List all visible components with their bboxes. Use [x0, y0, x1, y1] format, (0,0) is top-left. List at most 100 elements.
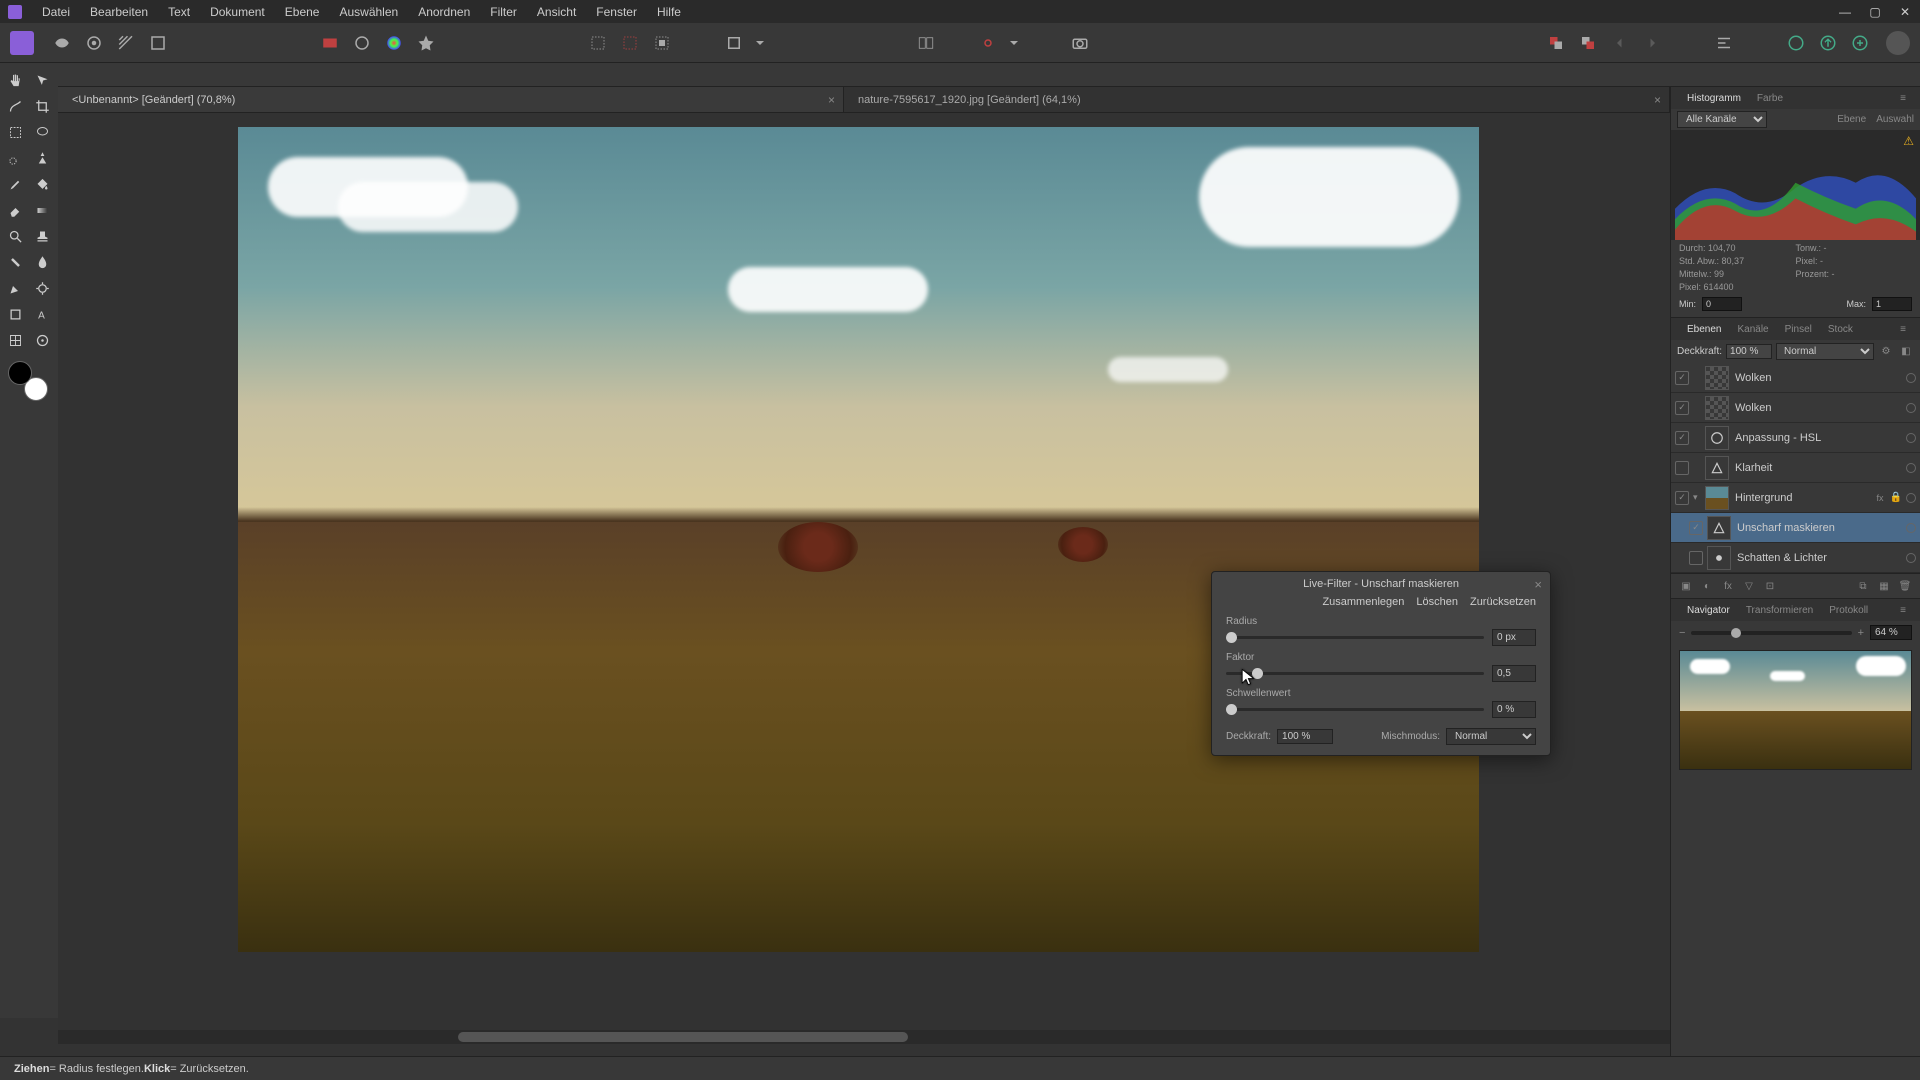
lasso-tool-icon[interactable] [30, 120, 55, 144]
navigator-preview[interactable] [1679, 650, 1912, 770]
selection-toggle[interactable]: Auswahl [1876, 114, 1914, 125]
zoom-in-icon[interactable]: + [1858, 627, 1864, 639]
opacity-value[interactable]: 100 % [1277, 729, 1333, 744]
visibility-toggle[interactable]: ✓ [1675, 491, 1689, 505]
slider-track[interactable] [1226, 636, 1484, 639]
selection-invert-icon[interactable] [648, 29, 676, 57]
maximize-button[interactable]: ▢ [1860, 0, 1890, 23]
liquify-icon[interactable] [48, 29, 76, 57]
add-layer-icon[interactable]: ▦ [1875, 578, 1893, 594]
menu-ansicht[interactable]: Ansicht [527, 5, 586, 19]
blur-tool-icon[interactable] [30, 250, 55, 274]
selection-all-icon[interactable] [584, 29, 612, 57]
layer-color-tag[interactable] [1906, 523, 1916, 533]
max-input[interactable] [1872, 297, 1912, 311]
layer-row[interactable]: ✓Unscharf maskieren [1671, 513, 1920, 543]
panel-menu-icon[interactable]: ≡ [1892, 605, 1914, 616]
dodge-tool-icon[interactable] [30, 276, 55, 300]
tab-color[interactable]: Farbe [1749, 93, 1791, 104]
panel-menu-icon[interactable]: ≡ [1892, 93, 1914, 104]
marquee-tool-icon[interactable] [3, 120, 28, 144]
mesh-tool-icon[interactable] [3, 328, 28, 352]
tab-brushes[interactable]: Pinsel [1777, 324, 1820, 335]
node-tool-icon[interactable] [3, 94, 28, 118]
slider-track[interactable] [1226, 672, 1484, 675]
close-button[interactable]: ✕ [1890, 0, 1920, 23]
tab-navigator[interactable]: Navigator [1679, 605, 1738, 616]
layer-row[interactable]: ✓▾Hintergrundfx🔒 [1671, 483, 1920, 513]
eraser-tool-icon[interactable] [3, 198, 28, 222]
tab-channels[interactable]: Kanäle [1729, 324, 1776, 335]
fill-tool-icon[interactable] [30, 172, 55, 196]
camera-icon[interactable] [1066, 29, 1094, 57]
merge-up-icon[interactable] [1574, 29, 1602, 57]
menu-dokument[interactable]: Dokument [200, 5, 275, 19]
zoom-slider[interactable] [1691, 631, 1851, 635]
panel-menu-icon[interactable]: ≡ [1892, 324, 1914, 335]
merge-button[interactable]: Zusammenlegen [1322, 596, 1404, 608]
fx-icon[interactable]: fx [1719, 578, 1737, 594]
color-swatch[interactable] [8, 361, 48, 401]
align-icon[interactable] [1710, 29, 1738, 57]
close-icon[interactable]: × [828, 93, 835, 107]
move-tool-icon[interactable] [30, 68, 55, 92]
slider-value[interactable]: 0 % [1492, 701, 1536, 718]
layer-toggle[interactable]: Ebene [1837, 114, 1866, 125]
channel-select[interactable]: Alle Kanäle [1677, 111, 1767, 128]
visibility-toggle[interactable]: ✓ [1675, 431, 1689, 445]
menu-text[interactable]: Text [158, 5, 200, 19]
merge-down-icon[interactable] [1542, 29, 1570, 57]
stamp-tool-icon[interactable] [30, 224, 55, 248]
persona-icon[interactable] [10, 31, 34, 55]
menu-hilfe[interactable]: Hilfe [647, 5, 691, 19]
delete-button[interactable]: Löschen [1416, 596, 1458, 608]
menu-datei[interactable]: Datei [32, 5, 80, 19]
layer-row[interactable]: ✓Anpassung - HSL [1671, 423, 1920, 453]
user-avatar[interactable] [1886, 31, 1910, 55]
layer-row[interactable]: ✓Wolken [1671, 363, 1920, 393]
menu-fenster[interactable]: Fenster [586, 5, 647, 19]
expand-icon[interactable]: ▾ [1693, 492, 1703, 503]
brush-tool-icon[interactable] [3, 172, 28, 196]
blend-select[interactable]: Normal [1446, 728, 1536, 745]
selection-none-icon[interactable] [616, 29, 644, 57]
picker-icon[interactable] [348, 29, 376, 57]
cloud-sync-icon[interactable] [1782, 29, 1810, 57]
tab-stock[interactable]: Stock [1820, 324, 1861, 335]
hand-tool-icon[interactable] [3, 68, 28, 92]
color-wheel-icon[interactable] [380, 29, 408, 57]
opacity-value[interactable]: 100 % [1726, 344, 1772, 359]
develop-icon[interactable] [80, 29, 108, 57]
crop-tool-icon[interactable] [30, 94, 55, 118]
adjustment-icon[interactable]: ◐ [1698, 578, 1716, 594]
group-icon[interactable]: ⧉ [1854, 578, 1872, 594]
gradient-tool-icon[interactable] [30, 198, 55, 222]
link-icon[interactable] [974, 29, 1002, 57]
menu-auswählen[interactable]: Auswählen [329, 5, 408, 19]
heal-tool-icon[interactable] [3, 250, 28, 274]
visibility-toggle[interactable]: ✓ [1675, 401, 1689, 415]
zoom-input[interactable] [1870, 625, 1912, 640]
crop-icon[interactable] [720, 29, 748, 57]
zoom-out-icon[interactable]: − [1679, 627, 1685, 639]
document-view[interactable] [238, 127, 1479, 952]
layer-color-tag[interactable] [1906, 373, 1916, 383]
flood-select-icon[interactable] [30, 146, 55, 170]
slider-value[interactable]: 0 px [1492, 629, 1536, 646]
next-icon[interactable] [1638, 29, 1666, 57]
minimize-button[interactable]: — [1830, 0, 1860, 23]
layer-color-tag[interactable] [1906, 463, 1916, 473]
horizontal-scrollbar[interactable] [58, 1030, 1670, 1044]
fx-badge[interactable]: fx [1875, 493, 1886, 503]
menu-ebene[interactable]: Ebene [275, 5, 330, 19]
menu-filter[interactable]: Filter [480, 5, 527, 19]
crop-icon[interactable]: ⊡ [1761, 578, 1779, 594]
layer-color-tag[interactable] [1906, 433, 1916, 443]
min-input[interactable] [1702, 297, 1742, 311]
blend-select[interactable]: Normal [1776, 343, 1874, 360]
document-tab[interactable]: nature-7595617_1920.jpg [Geändert] (64,1… [844, 87, 1670, 112]
cloud-add-icon[interactable] [1846, 29, 1874, 57]
layer-color-tag[interactable] [1906, 493, 1916, 503]
tab-layers[interactable]: Ebenen [1679, 324, 1729, 335]
tab-history[interactable]: Protokoll [1821, 605, 1876, 616]
